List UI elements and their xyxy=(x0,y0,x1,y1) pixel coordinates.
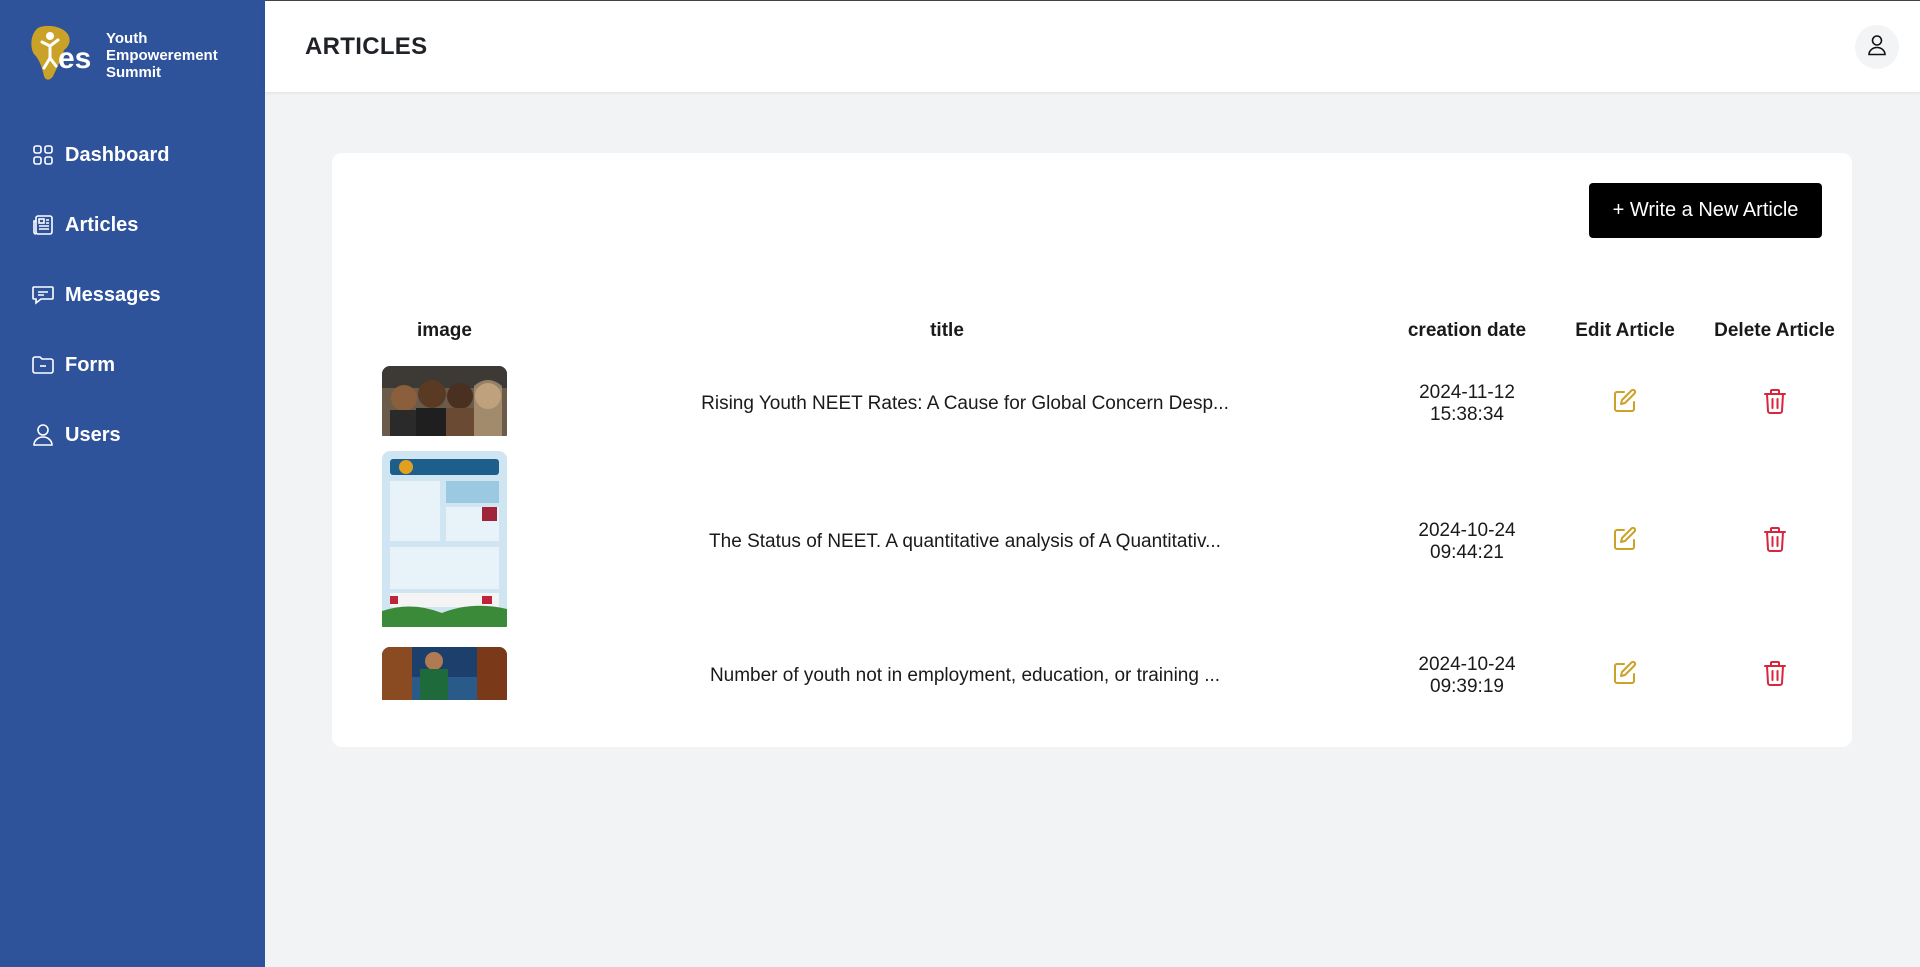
articles-card: + Write a New Article image title creati… xyxy=(332,153,1852,747)
sidebar-item-messages[interactable]: Messages xyxy=(0,260,265,330)
table-header-row: image title creation date Edit Article D… xyxy=(382,303,1846,359)
image-cell xyxy=(382,449,507,635)
edit-article-button[interactable] xyxy=(1608,387,1642,421)
edit-cell xyxy=(1547,635,1703,717)
brand-line-3: Summit xyxy=(106,63,162,81)
article-creation-date: 2024-11-12 15:38:34 xyxy=(1419,382,1515,425)
pencil-square-icon xyxy=(1611,387,1639,421)
edit-cell xyxy=(1547,359,1703,449)
article-title: Rising Youth NEET Rates: A Cause for Glo… xyxy=(701,393,1229,414)
write-new-article-button[interactable]: + Write a New Article xyxy=(1589,183,1822,238)
sidebar-item-label: Articles xyxy=(65,213,139,236)
article-thumbnail xyxy=(382,451,507,633)
image-cell xyxy=(382,635,507,717)
column-header-creation-date: creation date xyxy=(1407,320,1527,341)
brand-name: Youth Empowerement Summit xyxy=(106,30,218,81)
top-header: ARTICLES xyxy=(265,0,1920,92)
trash-icon xyxy=(1762,525,1788,559)
sidebar-item-label: Users xyxy=(65,423,121,446)
pencil-square-icon xyxy=(1611,525,1639,559)
pencil-square-icon xyxy=(1611,659,1639,693)
grid-icon xyxy=(31,143,55,167)
article-creation-date: 2024-10-24 09:39:19 xyxy=(1418,654,1516,697)
brand-line-2: Empowerement xyxy=(106,46,218,64)
logo[interactable]: es Youth Empowerement Summit xyxy=(28,24,218,86)
sidebar-nav: Dashboard Articles Messages Form Users xyxy=(0,120,265,470)
sidebar-item-label: Form xyxy=(65,353,115,376)
svg-text:es: es xyxy=(58,42,91,75)
folder-icon xyxy=(31,353,55,377)
sidebar-item-dashboard[interactable]: Dashboard xyxy=(0,120,265,190)
image-cell xyxy=(382,359,507,449)
column-header-edit: Edit Article xyxy=(1575,320,1675,341)
article-thumbnail xyxy=(382,646,507,706)
edit-article-button[interactable] xyxy=(1608,659,1642,693)
article-title: The Status of NEET. A quantitative analy… xyxy=(709,531,1221,552)
trash-icon xyxy=(1762,659,1788,693)
column-header-delete: Delete Article xyxy=(1714,320,1835,341)
table-row: The Status of NEET. A quantitative analy… xyxy=(382,449,1846,635)
delete-cell xyxy=(1703,449,1846,635)
sidebar-item-users[interactable]: Users xyxy=(0,400,265,470)
edit-cell xyxy=(1547,449,1703,635)
sidebar-item-label: Dashboard xyxy=(65,143,170,166)
column-header-image: image xyxy=(417,320,472,341)
user-icon xyxy=(1867,34,1887,61)
page-title: ARTICLES xyxy=(305,33,428,60)
delete-article-button[interactable] xyxy=(1758,525,1792,559)
user-menu-button[interactable] xyxy=(1855,25,1899,69)
delete-article-button[interactable] xyxy=(1758,387,1792,421)
article-creation-date: 2024-10-24 09:44:21 xyxy=(1418,520,1516,563)
table-row: Number of youth not in employment, educa… xyxy=(382,635,1846,717)
newspaper-icon xyxy=(31,213,55,237)
trash-icon xyxy=(1762,387,1788,421)
article-title: Number of youth not in employment, educa… xyxy=(709,665,1221,686)
articles-table: image title creation date Edit Article D… xyxy=(382,303,1846,717)
sidebar-item-articles[interactable]: Articles xyxy=(0,190,265,260)
delete-article-button[interactable] xyxy=(1758,659,1792,693)
column-header-title: title xyxy=(930,320,964,341)
delete-cell xyxy=(1703,635,1846,717)
edit-article-button[interactable] xyxy=(1608,525,1642,559)
logo-mark: es xyxy=(28,24,102,86)
sidebar-item-label: Messages xyxy=(65,283,161,306)
delete-cell xyxy=(1703,359,1846,449)
sidebar: es Youth Empowerement Summit Dashboard A… xyxy=(0,0,265,967)
article-thumbnail xyxy=(382,366,507,442)
table-row: Rising Youth NEET Rates: A Cause for Glo… xyxy=(382,359,1846,449)
brand-line-1: Youth xyxy=(106,29,148,47)
user-icon xyxy=(31,423,55,447)
sidebar-item-form[interactable]: Form xyxy=(0,330,265,400)
chat-icon xyxy=(31,283,55,307)
